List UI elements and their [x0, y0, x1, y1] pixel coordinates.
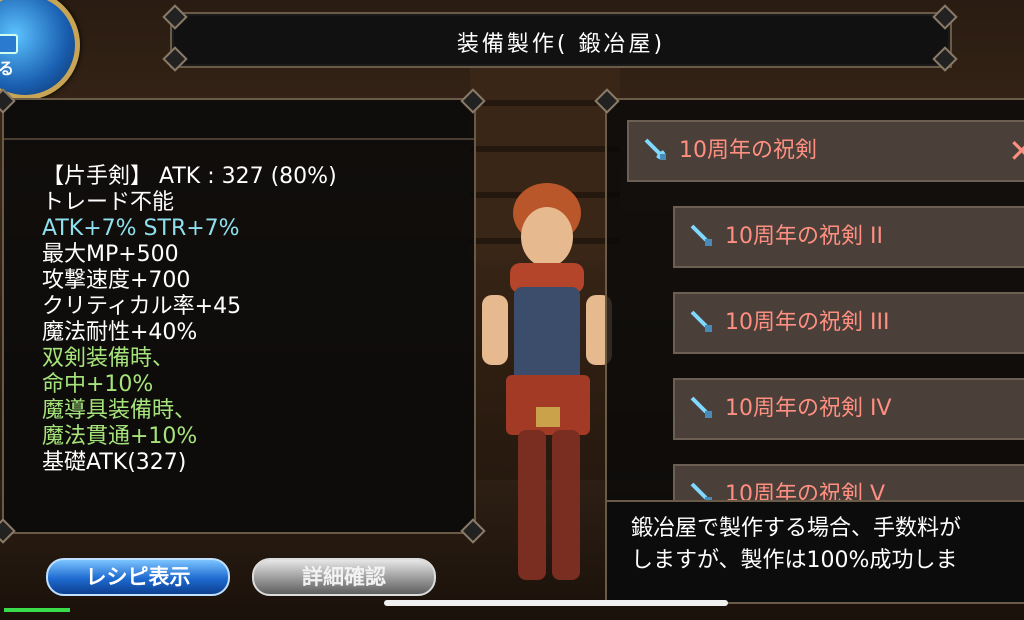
stat-line: クリティカル率+45 [42, 294, 242, 319]
stat-line: 魔法貫通+10% [42, 424, 198, 449]
progress-indicator [4, 608, 70, 612]
recipe-item-label: 10周年の祝剣 IV [725, 396, 892, 421]
stat-line: トレード不能 [42, 190, 175, 215]
stat-line: 魔法耐性+40% [42, 320, 198, 345]
sword-icon [690, 396, 712, 418]
recipe-list-panel: 10周年の祝剣 ✕ 10周年の祝剣 II 10周年の祝剣 III 10周年の祝剣… [605, 98, 1024, 504]
close-icon[interactable]: ✕ [1008, 122, 1024, 180]
recipe-item[interactable]: 10周年の祝剣 IV [673, 378, 1024, 440]
item-stats-panel: 【片手剣】 ATK : 327 (80%) トレード不能 ATK+7% STR+… [2, 98, 476, 534]
sword-icon [690, 224, 712, 246]
recipe-item-label: 10周年の祝剣 II [725, 224, 883, 249]
page-title: 装備製作( 鍛冶屋) [456, 32, 666, 57]
stat-line: 双剣装備時、 [42, 346, 175, 371]
orb-icon [0, 34, 18, 54]
title-bar: 装備製作( 鍛冶屋) [170, 12, 952, 68]
home-indicator[interactable] [384, 600, 728, 606]
stat-line: ATK+7% STR+7% [42, 216, 240, 241]
detail-confirm-button[interactable]: 詳細確認 [252, 558, 436, 596]
stat-line: 命中+10% [42, 372, 154, 397]
recipe-item-label: 10周年の祝剣 III [725, 310, 890, 335]
stat-line: 攻撃速度+700 [42, 268, 191, 293]
recipe-item[interactable]: 10周年の祝剣 II [673, 206, 1024, 268]
recipe-item-label: 10周年の祝剣 V [725, 482, 886, 504]
recipe-item-label: 10周年の祝剣 [679, 138, 817, 163]
stat-line: 最大MP+500 [42, 242, 179, 267]
recipe-item[interactable]: 10周年の祝剣 ✕ [627, 120, 1024, 182]
stat-line: 魔導具装備時、 [42, 398, 197, 423]
orb-label: る [0, 59, 15, 78]
stat-line: 【片手剣】 ATK : 327 (80%) [42, 164, 337, 189]
sword-icon [690, 310, 712, 332]
recipe-item[interactable]: 10周年の祝剣 V [673, 464, 1024, 504]
stat-line: 基礎ATK(327) [42, 450, 187, 475]
show-recipe-button[interactable]: レシピ表示 [46, 558, 230, 596]
description-box: 鍛冶屋で製作する場合、手数料が しますが、製作は100%成功しま [605, 500, 1024, 604]
recipe-item[interactable]: 10周年の祝剣 III [673, 292, 1024, 354]
description-line: 鍛冶屋で製作する場合、手数料が [631, 516, 962, 541]
description-line: しますが、製作は100%成功しま [631, 548, 958, 573]
panel-header [4, 100, 474, 140]
blacksmith-character [482, 183, 612, 580]
stat-list: 【片手剣】 ATK : 327 (80%) トレード不能 ATK+7% STR+… [42, 164, 337, 476]
sword-icon [644, 138, 666, 160]
